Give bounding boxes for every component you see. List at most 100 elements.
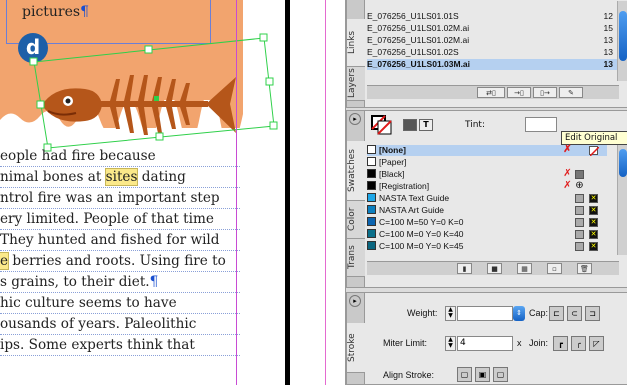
round-join-button[interactable]: ╭ [571,336,586,351]
miter-stepper[interactable]: ▲ ▼ [445,336,456,351]
process-color-icon [575,170,584,179]
panel-menu-icon[interactable]: ▸ [349,295,361,307]
bevel-join-button[interactable]: ◸ [589,336,604,351]
tab-layers[interactable]: Layers [347,67,365,101]
edit-original-tooltip: Edit Original [561,131,627,145]
swatch-row-black[interactable]: [Black] ✗ [367,169,607,180]
show-color-swatches-icon[interactable]: ■ [487,263,502,274]
tab-links[interactable]: Links [347,19,365,67]
swatch-row-registration[interactable]: [Registration] ✗ ⊕ [367,181,607,192]
stroke-panel: Stroke ▸ Weight: ▲ ▼ ⇕ Cap: ⊏ ⊂ ⊐ Miter L… [346,292,627,385]
text-line: ips. Some experts think that [0,335,240,356]
swatch-row-paper[interactable]: [Paper] [367,157,607,168]
pilcrow-mark: ¶ [149,274,159,290]
pasteboard[interactable] [285,0,345,385]
tab-color[interactable]: Color [347,201,365,239]
update-link-icon[interactable]: ▯→ [533,87,557,98]
align-outside-button[interactable]: ▢ [493,367,508,382]
projecting-cap-button[interactable]: ⊐ [585,306,600,321]
swatches-panel-tabs: Swatches Color Trans [347,111,365,287]
panel-menu-icon[interactable]: ▸ [349,113,361,125]
highlighted-word: sites [104,168,139,186]
cmyk-icon: ✕ [589,242,598,251]
body-text-frame[interactable]: eople had fire because nimal bones at si… [0,146,240,356]
no-edit-icon: ✗ [563,180,572,191]
no-edit-icon: ✗ [563,168,572,179]
formatting-text-icon[interactable]: T [419,119,433,131]
no-edit-icon: ✗ [563,144,572,155]
tab-transparency[interactable]: Trans [347,239,365,277]
align-stroke-label: Align Stroke: [383,370,435,380]
bleed-guide [325,0,326,385]
miter-limit-input[interactable]: 4 [457,336,513,351]
formatting-container-icon[interactable] [403,119,417,131]
swatch-row-none[interactable]: [None] ✗ [367,144,607,157]
cmyk-icon: ✕ [589,230,598,239]
text-line: They hunted and fished for wild [0,230,240,251]
swatch-row[interactable]: NASTA Art Guide ✕ [367,205,607,216]
scroll-thumb[interactable] [619,11,627,61]
swatch-chip [367,217,376,226]
document-canvas[interactable]: pictures¶ d eople had fire because nimal… [0,0,285,385]
swatch-row[interactable]: C=100 M=50 Y=0 K=0 ✕ [367,217,607,228]
edit-original-icon[interactable]: ✎ [559,87,583,98]
align-center-button[interactable]: ▢ [457,367,472,382]
panel-dock: Links Layers E_076256_U1LS01.01S 12 E_076… [345,0,627,385]
links-panel: Links Layers E_076256_U1LS01.01S 12 E_076… [346,0,627,108]
swatch-chip [367,181,376,190]
swatch-chip [367,229,376,238]
link-row[interactable]: E_076256_U1LS01.01S 12 [367,11,619,22]
text-line: ntrol fire was an important step [0,188,240,209]
swatch-chip [367,205,376,214]
butt-cap-button[interactable]: ⊏ [549,306,564,321]
round-cap-button[interactable]: ⊂ [567,306,582,321]
delete-swatch-icon[interactable]: 🗑 [577,263,592,274]
cmyk-icon: ✕ [589,206,598,215]
swatch-row[interactable]: NASTA Text Guide ✕ [367,193,607,204]
margin-guide [236,0,237,385]
cmyk-icon: ✕ [589,218,598,227]
weight-dropdown[interactable]: ⇕ [513,306,525,321]
process-color-icon [575,230,584,239]
miter-join-button[interactable]: ┏ [553,336,568,351]
weight-input[interactable] [457,306,513,321]
registration-icon: ⊕ [575,180,584,191]
swatch-chip [367,145,376,154]
tab-stroke[interactable]: Stroke [347,323,365,373]
weight-stepper[interactable]: ▲ ▼ [445,306,456,321]
process-color-icon [575,242,584,251]
x-label: x [517,338,522,348]
link-row[interactable]: E_076256_U1LS01.02M.ai 13 [367,35,619,46]
process-color-icon [575,194,584,203]
swatches-scrollbar[interactable] [617,145,627,255]
swatch-row[interactable]: C=100 M=0 Y=0 K=40 ✕ [367,229,607,240]
goto-link-icon[interactable]: →▯ [507,87,531,98]
swatch-row[interactable]: C=100 M=0 Y=0 K=45 ✕ [367,241,607,252]
link-row[interactable]: E_076256_U1LS01.02M.ai 15 [367,23,619,34]
swatch-chip [367,241,376,250]
fill-stroke-icon[interactable] [371,115,393,135]
link-row[interactable]: E_076256_U1LS01.02S 13 [367,47,619,58]
weight-label: Weight: [407,308,438,318]
tab-swatches[interactable]: Swatches [347,141,365,201]
show-gradient-swatches-icon[interactable]: ▦ [517,263,532,274]
show-all-swatches-icon[interactable]: ▮ [457,263,472,274]
link-row-selected[interactable]: E_076256_U1LS01.03M.ai 13 [367,59,619,70]
text-line: ousands of years. Paleolithic [0,314,240,335]
align-inside-button[interactable]: ▣ [475,367,490,382]
links-toolbar: ⇄▯ →▯ ▯→ ✎ [367,85,619,99]
swatches-toolbar: ▮ ■ ▦ ▫ 🗑 [367,261,619,275]
none-swatch-icon [589,146,600,157]
tint-label: Tint: [465,120,485,130]
swatch-chip [367,157,376,166]
relink-icon[interactable]: ⇄▯ [477,87,505,98]
tint-input[interactable] [525,117,557,132]
links-scrollbar[interactable] [617,1,627,81]
page-edge [285,0,290,385]
scroll-thumb[interactable] [619,149,627,177]
miter-limit-label: Miter Limit: [383,338,428,348]
new-swatch-icon[interactable]: ▫ [547,263,562,274]
text-line: hic culture seems to have [0,293,240,314]
text-line: ery limited. People of that time [0,209,240,230]
text-line: eople had fire because [0,146,240,167]
